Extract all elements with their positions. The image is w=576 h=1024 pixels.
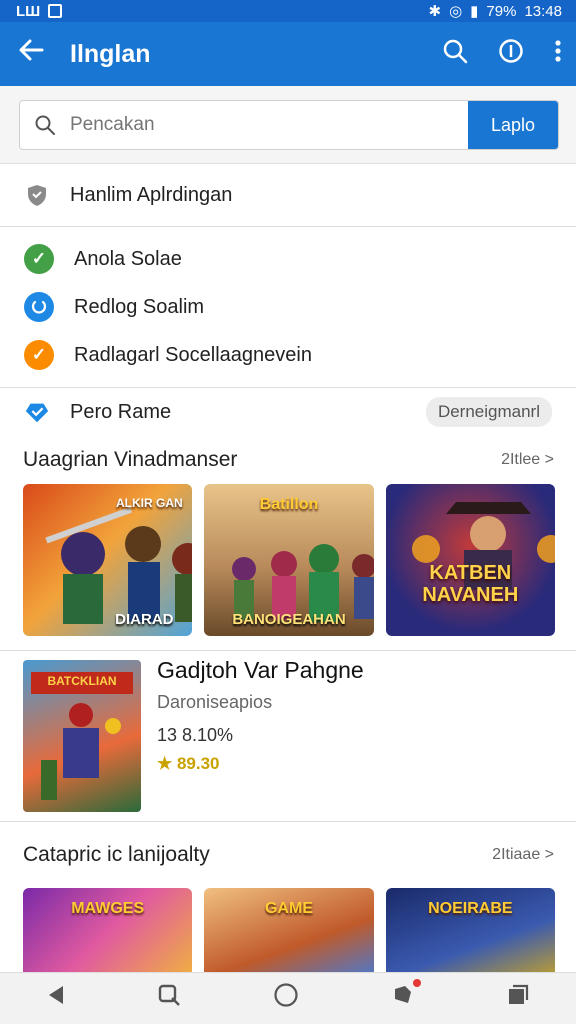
recents-nav-icon[interactable] [506, 983, 530, 1014]
alarm-icon: ◎ [449, 3, 463, 20]
see-more-link[interactable]: 2Itiaae > [492, 846, 554, 864]
menu-item-label: Radlagarl Socellaagnevein [74, 343, 312, 366]
signal-icon: ▮ [470, 3, 479, 20]
section-title: Catapric ic lanijoalty [23, 843, 210, 866]
page-title: Ilnglan [70, 39, 151, 68]
search-icon [20, 101, 70, 149]
menu-item-blue[interactable]: Redlog Soalim [0, 283, 576, 331]
status-left-text: LШ [16, 2, 41, 20]
tile-title: ALKIR GAN [115, 496, 183, 510]
more-vert-icon[interactable] [554, 38, 562, 70]
tile-title: Batillon [259, 496, 319, 513]
game-tile[interactable]: Batillon BANOIGEAHAN [204, 484, 374, 636]
status-bar: LШ ✱ ◎ ▮ 79% 13:48 [0, 0, 576, 22]
system-nav-bar [0, 972, 576, 1024]
notification-dot [412, 979, 421, 987]
section-title: Uaagrian Vinadmanser [23, 448, 238, 471]
menu-item-label: Redlog Soalim [74, 295, 205, 318]
game-tile[interactable]: MAWGES [23, 888, 193, 978]
game-price: ★ 89.30 [157, 754, 220, 773]
see-more-link[interactable]: 2Itlee > [501, 451, 554, 469]
home-nav-icon[interactable] [273, 982, 299, 1015]
game-name: Gadjtoh Var Pahgne [157, 657, 364, 683]
menu-item-label: Anola Solae [74, 247, 182, 270]
back-nav-icon[interactable] [46, 984, 66, 1013]
game-tile[interactable]: NOEIRABE [385, 888, 555, 978]
featured-game[interactable]: BATCKLIAN Gadjtoh Var Pahgne Daroniseapi… [0, 651, 576, 821]
battery-percent: 79% [486, 2, 517, 20]
featured-game-info: Gadjtoh Var Pahgne Daroniseapios 13 8.10… [157, 657, 364, 774]
menu-item-green[interactable]: ✓ Anola Solae [0, 235, 576, 283]
search-section: Laplo [0, 86, 576, 164]
info-icon[interactable] [498, 38, 524, 70]
game-tiles-row: ALKIR GAN DIARAD Batillon BANOIGEAHAN KA… [0, 484, 576, 636]
search-icon[interactable] [442, 38, 468, 70]
menu-list: ✓ Anola Solae Redlog Soalim ✓ Radlagarl … [0, 227, 576, 387]
status-badge[interactable]: Derneigmanrl [425, 397, 552, 427]
game-rating: 13 8.10% [157, 725, 234, 745]
tile-title: NOEIRABE [428, 900, 513, 917]
game-publisher: Daroniseapios [157, 692, 273, 712]
menu-item-label: Hanlim Aplrdingan [70, 183, 233, 206]
menu-item-header[interactable]: Hanlim Aplrdingan [0, 164, 576, 226]
search-nav-icon[interactable] [157, 983, 181, 1014]
search-button[interactable]: Laplo [468, 101, 558, 149]
back-arrow-icon[interactable] [18, 37, 62, 71]
game-tiles-row: MAWGES GAME NOEIRABE [0, 888, 576, 978]
menu-item-label: Pero Rame [70, 400, 172, 423]
game-tile[interactable]: GAME [204, 888, 374, 978]
tile-title: KATBEN NAVANEH [422, 562, 519, 606]
game-tile[interactable]: KATBEN NAVANEH [385, 484, 555, 636]
featured-game-art[interactable]: BATCKLIAN [23, 660, 141, 812]
clock: 13:48 [524, 2, 562, 20]
section-header: Catapric ic lanijoalty 2Itiaae > [0, 822, 576, 888]
art-title: BATCKLIAN [47, 674, 117, 688]
tile-title: GAME [264, 900, 313, 917]
search-input[interactable] [70, 101, 468, 149]
menu-item-pero[interactable]: Pero Rame Derneigmanrl [0, 388, 576, 436]
tile-title: MAWGES [71, 900, 145, 917]
shield-icon [24, 182, 50, 208]
verified-shield-icon [24, 399, 50, 425]
bluetooth-icon: ✱ [428, 3, 442, 20]
section-header: Uaagrian Vinadmanser 2Itlee > [0, 436, 576, 484]
app-bar: Ilnglan [0, 22, 576, 86]
notification-icon [48, 4, 63, 18]
tile-caption: DIARAD [115, 611, 174, 628]
menu-item-orange[interactable]: ✓ Radlagarl Socellaagnevein [0, 331, 576, 379]
check-circle-icon: ✓ [24, 340, 54, 370]
sync-circle-icon [24, 292, 54, 322]
tile-caption: BANOIGEAHAN [232, 611, 346, 628]
search-box: Laplo [19, 100, 559, 150]
check-circle-icon: ✓ [24, 244, 54, 274]
game-tile[interactable]: ALKIR GAN DIARAD [23, 484, 193, 636]
notifications-nav-icon[interactable] [391, 979, 421, 1014]
